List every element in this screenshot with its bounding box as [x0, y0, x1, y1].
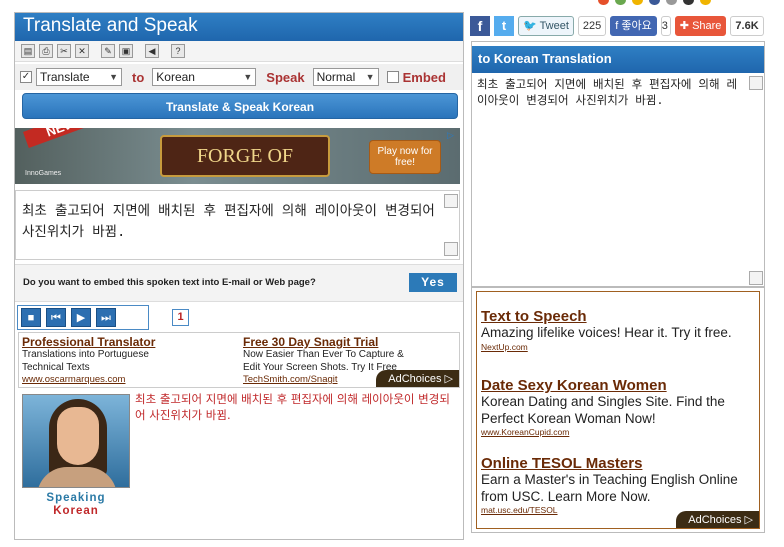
like-count: 3: [660, 16, 671, 36]
speak-mode-select[interactable]: Normal ▼: [312, 68, 379, 86]
avatar-face: [57, 407, 99, 465]
embed-row: Do you want to embed this spoken text in…: [15, 264, 463, 302]
language-select-value: Korean: [156, 70, 195, 84]
help-icon[interactable]: ?: [171, 44, 185, 58]
audio-player: ■ ⏮ ▶ ⏭: [17, 305, 149, 330]
publisher-label: InnoGames: [25, 170, 62, 177]
facebook-icon[interactable]: f: [470, 16, 490, 36]
embed-label: Embed: [402, 69, 446, 85]
rewind-icon[interactable]: ⏮: [46, 308, 66, 327]
embed-checkbox[interactable]: [386, 71, 399, 83]
scroll-up-icon[interactable]: [749, 76, 763, 90]
orange-icon[interactable]: [700, 0, 711, 5]
chevron-down-icon: ▼: [243, 72, 253, 82]
play-now-button[interactable]: Play now for free!: [369, 140, 441, 174]
like-label: 좋아요: [621, 20, 652, 32]
gray-icon[interactable]: [666, 0, 677, 5]
ad-line: Translations into Portuguese: [22, 349, 149, 360]
social-bar: f t 🐦 Tweet 225 f 좋아요 3 ✚ Share 7.6K: [470, 13, 764, 39]
ad-title[interactable]: Date Sexy Korean Women: [481, 377, 757, 394]
ad-url[interactable]: NextUp.com: [481, 342, 757, 352]
like-button[interactable]: f 좋아요: [610, 16, 657, 36]
chevron-down-icon: ▼: [109, 72, 118, 82]
tweet-count: 225: [577, 16, 607, 36]
ad-url[interactable]: www.oscarmarques.com: [22, 374, 232, 385]
right-ad-1[interactable]: Text to Speech Amazing lifelike voices! …: [481, 308, 757, 352]
play-icon[interactable]: ▶: [71, 308, 91, 327]
to-label: to: [132, 69, 145, 85]
right-ad-3[interactable]: Online TESOL Masters Earn a Master's in …: [481, 455, 757, 515]
scroll-down-icon[interactable]: [749, 271, 763, 285]
speaker-icon[interactable]: ◀: [145, 44, 159, 58]
page-number[interactable]: 1: [172, 309, 189, 326]
speak-label: Speak: [266, 69, 305, 85]
speaking-language: Korean: [53, 505, 99, 517]
ad-title[interactable]: Professional Translator: [22, 335, 232, 349]
top-edge-icons: [598, 0, 758, 5]
embed-question: Do you want to embed this spoken text in…: [23, 277, 316, 288]
ad-title[interactable]: Free 30 Day Snagit Trial: [243, 335, 458, 349]
scroll-down-icon[interactable]: [444, 242, 458, 256]
ad-body: Amazing lifelike voices! Hear it. Try it…: [481, 325, 732, 340]
adchoices-badge[interactable]: AdChoices ▷: [676, 511, 759, 528]
text-ad-1[interactable]: Professional Translator Translations int…: [22, 335, 232, 385]
new-tag: NEW: [23, 128, 99, 148]
right-text-ads: Text to Speech Amazing lifelike voices! …: [476, 291, 760, 529]
ad-body: Earn a Master's in Teaching English Onli…: [481, 472, 738, 504]
chevron-down-icon: ▼: [365, 72, 375, 82]
game-logo: FORGE OF EMPIRES: [160, 135, 330, 184]
translate-speak-button[interactable]: Translate & Speak Korean: [22, 93, 458, 119]
dark-icon[interactable]: [683, 0, 694, 5]
language-select[interactable]: Korean ▼: [152, 68, 257, 86]
paste-icon[interactable]: ▣: [119, 44, 133, 58]
translation-title: to Korean Translation: [472, 46, 764, 73]
text-ads: Professional Translator Translations int…: [18, 332, 460, 388]
ad-title[interactable]: Online TESOL Masters: [481, 455, 757, 472]
tweet-button[interactable]: 🐦 Tweet: [518, 16, 574, 36]
green-icon[interactable]: [615, 0, 626, 5]
fast-forward-icon[interactable]: ⏭: [96, 308, 116, 327]
ad-title[interactable]: Text to Speech: [481, 308, 757, 325]
translate-checkbox[interactable]: ✓: [20, 71, 32, 83]
right-ad-2[interactable]: Date Sexy Korean Women Korean Dating and…: [481, 377, 757, 437]
edit-icon[interactable]: ✎: [101, 44, 115, 58]
yes-button[interactable]: Yes: [409, 273, 457, 292]
ad-url[interactable]: www.KoreanCupid.com: [481, 427, 757, 437]
translation-output[interactable]: 최초 출고되어 지면에 배치된 후 편집자에 의해 레이아웃이 변경되어 사진위…: [477, 76, 741, 108]
game-ad-banner[interactable]: NEW FORGE OF EMPIRES Play now for free! …: [15, 128, 460, 184]
adchoices-badge[interactable]: AdChoices ▷: [376, 370, 459, 387]
tweet-label: Tweet: [539, 20, 569, 32]
ad-line: Technical Texts: [22, 361, 90, 373]
adchoices-label: AdChoices: [388, 373, 442, 385]
toolbar: ▤ ⎙ ✂ ✕ ✎ ▣ ◀ ?: [15, 41, 463, 62]
yellow-icon[interactable]: [632, 0, 643, 5]
new-doc-icon[interactable]: ▤: [21, 44, 35, 58]
share-count: 7.6K: [730, 16, 764, 36]
facebook-small-icon[interactable]: [649, 0, 660, 5]
mode-select-value: Translate: [40, 70, 90, 84]
print-icon[interactable]: ⎙: [39, 44, 53, 58]
ad-line: Now Easier Than Ever To Capture &: [243, 349, 404, 360]
share-button[interactable]: ✚ Share: [674, 16, 727, 36]
avatar: [22, 394, 130, 488]
mode-select[interactable]: Translate ▼: [36, 68, 122, 86]
control-row: ✓ Translate ▼ to Korean ▼ Speak Normal ▼ Em…: [15, 64, 463, 90]
spoken-text: 최초 출고되어 지면에 배치된 후 편집자에 의해 레이아웃이 변경되어 사진위…: [135, 392, 450, 422]
source-text-input[interactable]: 최초 출고되어 지면에 배치된 후 편집자에 의해 레이아웃이 변경되어 사진위…: [15, 190, 460, 260]
speaking-label: Speaking: [46, 492, 106, 504]
ad-body: Korean Dating and Singles Site. Find the…: [481, 394, 725, 426]
cut-icon[interactable]: ✂: [57, 44, 71, 58]
ad-info-icon[interactable]: ▷: [447, 130, 458, 141]
red-circle-icon[interactable]: [598, 0, 609, 5]
source-text: 최초 출고되어 지면에 배치된 후 편집자에 의해 레이아웃이 변경되어 사진위…: [22, 203, 435, 240]
share-label: Share: [692, 20, 722, 32]
twitter-icon[interactable]: t: [494, 16, 514, 36]
app-title: Translate and Speak: [15, 13, 463, 41]
speak-mode-value: Normal: [316, 70, 356, 84]
adchoices-label: AdChoices: [688, 514, 742, 526]
stop-icon[interactable]: ■: [21, 308, 41, 327]
delete-icon[interactable]: ✕: [75, 44, 89, 58]
scroll-up-icon[interactable]: [444, 194, 458, 208]
